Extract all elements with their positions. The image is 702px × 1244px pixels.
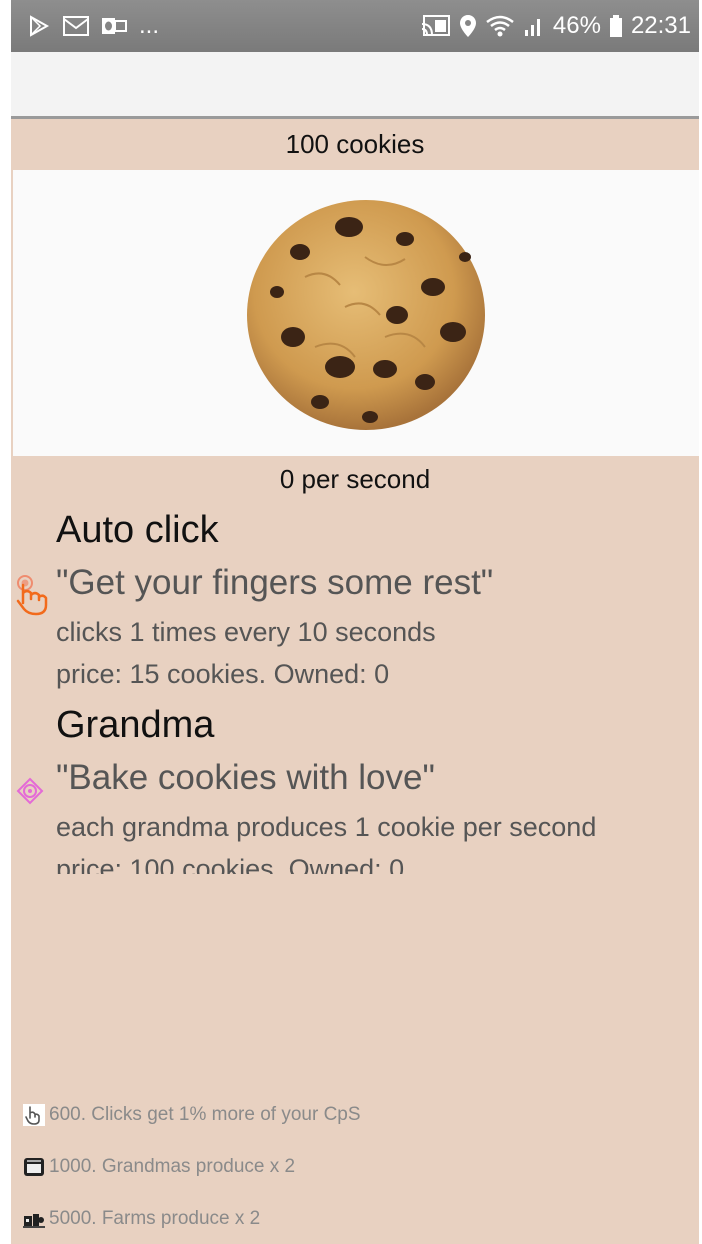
signal-icon bbox=[523, 14, 545, 38]
play-store-icon bbox=[27, 14, 51, 38]
upgrade-farm[interactable]: 5000. Farms produce x 2 bbox=[23, 1208, 260, 1230]
game-screen: 100 cookies 0 per second Auto click "Get… bbox=[11, 119, 699, 1244]
battery-icon bbox=[609, 14, 623, 38]
upgrade-text: 1000. Grandmas produce x 2 bbox=[49, 1156, 296, 1177]
item-price: price: 15 cookies. Owned: 0 bbox=[56, 659, 390, 689]
oven-upgrade-icon bbox=[23, 1156, 45, 1178]
cookie-count: 100 cookies bbox=[285, 129, 425, 159]
left-edge bbox=[0, 0, 11, 1244]
cookie-button[interactable] bbox=[245, 197, 487, 433]
per-second-rate: 0 per second bbox=[279, 464, 431, 494]
cursor-upgrade-icon bbox=[23, 1104, 45, 1126]
outlook-icon bbox=[101, 15, 127, 37]
item-price: price: 100 cookies. Owned: 0 bbox=[56, 854, 405, 874]
item-description: clicks 1 times every 10 seconds bbox=[56, 617, 436, 647]
location-icon bbox=[459, 14, 477, 38]
upgrade-text: 5000. Farms produce x 2 bbox=[49, 1208, 261, 1229]
upgrade-cursor[interactable]: 600. Clicks get 1% more of your CpS bbox=[23, 1104, 361, 1126]
farm-upgrade-icon bbox=[23, 1208, 45, 1230]
shop-item-auto-click[interactable]: Auto click "Get your fingers some rest" … bbox=[11, 509, 699, 699]
upgrade-grandma[interactable]: 1000. Grandmas produce x 2 bbox=[23, 1156, 295, 1178]
status-bar: ... 46% 22:31 bbox=[11, 0, 699, 52]
item-title: Auto click bbox=[56, 509, 219, 551]
cookie-area bbox=[13, 170, 699, 456]
item-quote: "Bake cookies with love" bbox=[56, 758, 435, 797]
hand-pointer-icon bbox=[15, 573, 53, 622]
upgrade-text: 600. Clicks get 1% more of your CpS bbox=[49, 1104, 361, 1125]
cast-icon bbox=[421, 14, 451, 38]
mail-icon bbox=[63, 15, 89, 37]
app-bar bbox=[11, 52, 699, 119]
item-quote: "Get your fingers some rest" bbox=[56, 563, 494, 602]
wifi-icon bbox=[485, 14, 515, 38]
status-right: 46% 22:31 bbox=[421, 12, 691, 40]
battery-percent: 46% bbox=[552, 12, 601, 39]
status-left: ... bbox=[27, 12, 159, 40]
shop-item-grandma[interactable]: Grandma "Bake cookies with love" each gr… bbox=[11, 704, 699, 874]
item-title: Grandma bbox=[56, 704, 215, 746]
grandma-icon bbox=[15, 776, 45, 811]
status-more: ... bbox=[139, 12, 160, 39]
item-description: each grandma produces 1 cookie per secon… bbox=[56, 812, 597, 842]
status-time: 22:31 bbox=[630, 12, 691, 39]
